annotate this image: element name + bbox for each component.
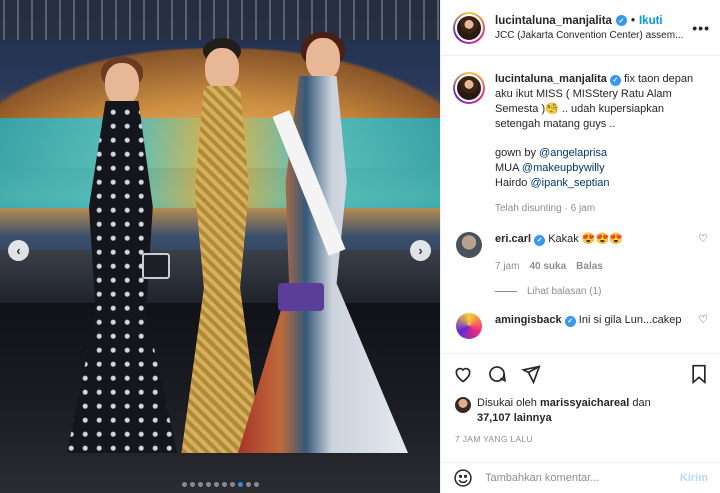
likes-count[interactable]: 37,107 xyxy=(477,412,511,424)
author-username[interactable]: lucintaluna_manjalita xyxy=(495,15,612,27)
add-comment-bar: Kirim xyxy=(441,462,720,493)
liker-username[interactable]: marissyaichareal xyxy=(540,397,629,409)
comment-input[interactable] xyxy=(485,472,680,484)
comment-likes[interactable]: 40 suka xyxy=(529,261,566,272)
location-link[interactable]: JCC (Jakarta Convention Center) assem... xyxy=(495,30,686,41)
comment-item: amingisback ✓ Ini si gila Lun...cakep ♡ xyxy=(453,313,708,339)
carousel-next-button[interactable]: › xyxy=(410,240,431,261)
person-left xyxy=(52,57,192,453)
caption-username[interactable]: lucintaluna_manjalita xyxy=(495,73,607,85)
avatar[interactable] xyxy=(456,232,482,258)
carousel-indicator xyxy=(0,482,440,487)
emoji-icon[interactable] xyxy=(453,468,473,488)
action-bar xyxy=(441,353,720,393)
post-date[interactable]: 7 JAM YANG LALU xyxy=(455,434,533,444)
view-replies-button[interactable]: Lihat balasan (1) xyxy=(495,286,708,297)
avatar[interactable] xyxy=(453,11,485,44)
post-side-panel: lucintaluna_manjalita ✓ • Ikuti JCC (Jak… xyxy=(440,0,720,493)
comments-area[interactable]: lucintaluna_manjalita ✓ fix taon depan a… xyxy=(441,56,720,353)
comment-item: eri.carl ✓ Kakak 😍😍😍 7 jam 40 suka Balas… xyxy=(453,232,708,272)
reply-button[interactable]: Balas xyxy=(576,261,603,272)
carousel-dot xyxy=(189,482,195,487)
carousel-dot xyxy=(213,482,219,487)
post-header: lucintaluna_manjalita ✓ • Ikuti JCC (Jak… xyxy=(441,0,720,56)
caption: lucintaluna_manjalita ✓ fix taon depan a… xyxy=(453,72,708,216)
comment-text: Kakak 😍😍😍 xyxy=(548,233,623,245)
bookmark-icon[interactable] xyxy=(690,364,708,384)
carousel-dot xyxy=(229,482,235,487)
heart-icon[interactable] xyxy=(453,364,473,384)
comment-username[interactable]: eri.carl xyxy=(495,233,531,245)
comment-text: Ini si gila Lun...cakep xyxy=(578,314,682,326)
verified-icon: ✓ xyxy=(615,15,627,26)
carousel-dot xyxy=(197,482,203,487)
caption-line: fix taon depan xyxy=(624,73,694,85)
share-icon[interactable] xyxy=(521,364,541,384)
person-right xyxy=(238,32,408,453)
handbag xyxy=(142,253,170,279)
likes-summary: Disukai oleh marissyaichareal dan 37,107… xyxy=(455,396,710,426)
more-icon[interactable]: ••• xyxy=(692,20,710,36)
mention-link[interactable]: @ipank_septian xyxy=(530,177,609,189)
mention-link[interactable]: @angelaprisa xyxy=(539,147,607,159)
heart-icon[interactable]: ♡ xyxy=(698,232,708,272)
heart-icon[interactable]: ♡ xyxy=(698,313,708,339)
caption-line: aku ikut MISS ( MISStery Ratu Alam xyxy=(495,88,672,100)
verified-icon: ✓ xyxy=(564,316,576,327)
carousel-dot xyxy=(205,482,211,487)
avatar[interactable] xyxy=(455,397,471,413)
follow-button[interactable]: Ikuti xyxy=(639,15,663,27)
post-comment-button[interactable]: Kirim xyxy=(680,472,708,484)
carousel-dot xyxy=(245,482,251,487)
caption-line: setengah matang guys .. xyxy=(495,118,616,130)
stage-truss xyxy=(0,0,440,40)
mention-link[interactable]: @makeupbywilly xyxy=(522,162,605,174)
post-photo[interactable]: ‹ › xyxy=(0,0,440,493)
carousel-prev-button[interactable]: ‹ xyxy=(8,240,29,261)
avatar[interactable] xyxy=(453,72,485,104)
avatar[interactable] xyxy=(456,313,482,339)
verified-icon: ✓ xyxy=(534,235,546,246)
instagram-post-modal: ‹ › lucintaluna_manjalita ✓ • Ikuti JCC … xyxy=(0,0,720,493)
carousel-dot xyxy=(181,482,187,487)
comment-icon[interactable] xyxy=(487,364,507,384)
verified-icon: ✓ xyxy=(609,75,621,86)
carousel-dot xyxy=(253,482,259,487)
carousel-dot xyxy=(221,482,227,487)
handbag xyxy=(278,283,324,311)
caption-line: Semesta )🧐 .. udah kupersiapkan xyxy=(495,103,665,115)
comment-username[interactable]: amingisback xyxy=(495,314,562,326)
comment-time: 7 jam xyxy=(495,261,520,272)
edited-label: Telah disunting · 6 jam xyxy=(495,203,596,214)
carousel-dot xyxy=(237,482,243,487)
